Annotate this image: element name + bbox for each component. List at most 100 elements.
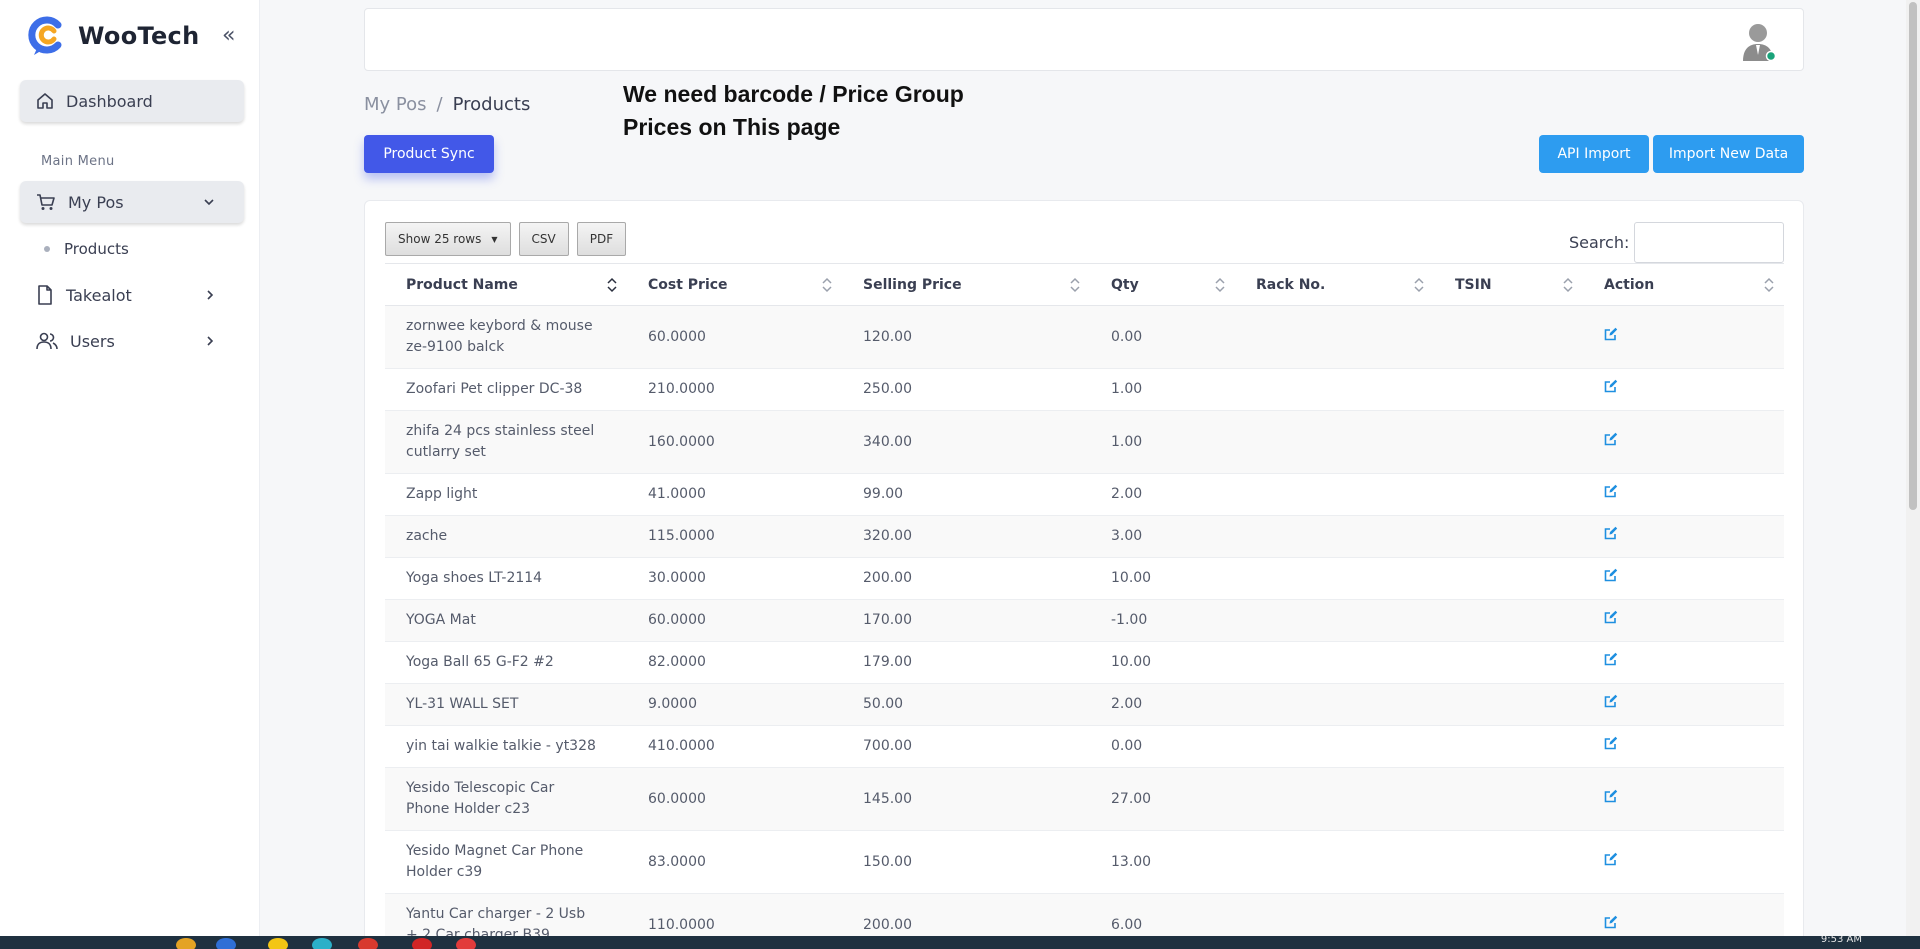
- pdf-button[interactable]: PDF: [576, 222, 627, 256]
- cell-action: [1583, 767, 1784, 831]
- cell-name: zhifa 24 pcs stainless steel cutlarry se…: [385, 410, 627, 474]
- cell-action: [1583, 473, 1784, 516]
- show-rows-label: Show 25 rows: [398, 232, 482, 246]
- column-header[interactable]: Selling Price: [842, 263, 1090, 306]
- cell-cost: 115.0000: [627, 515, 842, 558]
- bullet-icon: [44, 246, 50, 252]
- csv-button[interactable]: CSV: [518, 222, 569, 256]
- edit-icon[interactable]: [1604, 789, 1618, 803]
- cart-icon: [37, 194, 55, 210]
- cell-action: [1583, 557, 1784, 600]
- edit-icon[interactable]: [1604, 736, 1618, 750]
- edit-icon[interactable]: [1604, 379, 1618, 393]
- cell-cost: 83.0000: [627, 830, 842, 894]
- table-row: Zapp light 41.0000 99.00 2.00: [385, 473, 1784, 516]
- cell-name: yin tai walkie talkie - yt328: [385, 725, 627, 768]
- cell-cost: 160.0000: [627, 410, 842, 474]
- cell-sell: 250.00: [842, 368, 1090, 411]
- table-row: zornwee keybord & mouse ze-9100 balck 60.…: [385, 305, 1784, 369]
- sidebar-item-label: Users: [70, 331, 115, 351]
- cell-name: zache: [385, 515, 627, 558]
- api-import-button[interactable]: API Import: [1539, 135, 1649, 173]
- table-row: zache 115.0000 320.00 3.00: [385, 515, 1784, 558]
- cell-rack: [1235, 473, 1434, 516]
- cell-qty: 1.00: [1090, 410, 1235, 474]
- cell-tsin: [1434, 410, 1583, 474]
- breadcrumb: My Pos / Products: [364, 94, 530, 115]
- chrome-icon[interactable]: [358, 938, 378, 949]
- breadcrumb-separator: /: [436, 94, 443, 115]
- breadcrumb-parent[interactable]: My Pos: [364, 94, 427, 115]
- sidebar-subitem-label: Products: [64, 240, 129, 258]
- brand[interactable]: WooTech: [28, 14, 199, 58]
- column-header[interactable]: Product Name: [385, 263, 627, 306]
- sidebar-item-users[interactable]: Users: [20, 320, 244, 362]
- edit-icon[interactable]: [1604, 915, 1618, 929]
- table-row: Yoga Ball 65 G-F2 #2 82.0000 179.00 10.00: [385, 641, 1784, 684]
- cell-qty: 2.00: [1090, 473, 1235, 516]
- taskbar-clock: 9:53 AM: [1820, 936, 1862, 945]
- column-header[interactable]: TSIN: [1434, 263, 1583, 306]
- edit-icon[interactable]: [1604, 432, 1618, 446]
- folder-icon[interactable]: [176, 938, 196, 949]
- column-header-label: Cost Price: [648, 276, 728, 293]
- cell-tsin: [1434, 830, 1583, 894]
- cell-sell: 200.00: [842, 557, 1090, 600]
- edit-icon[interactable]: [1604, 327, 1618, 341]
- cell-tsin: [1434, 305, 1583, 369]
- cell-tsin: [1434, 767, 1583, 831]
- cell-qty: 27.00: [1090, 767, 1235, 831]
- collapse-sidebar-icon[interactable]: «: [222, 22, 235, 50]
- edit-icon[interactable]: [1604, 526, 1618, 540]
- cell-qty: 10.00: [1090, 557, 1235, 600]
- app-icon[interactable]: [312, 938, 332, 949]
- sidebar-item-label: Takealot: [66, 285, 132, 305]
- product-sync-button[interactable]: Product Sync: [364, 135, 494, 173]
- column-header[interactable]: Cost Price: [627, 263, 842, 306]
- column-header[interactable]: Action: [1583, 263, 1784, 306]
- search-input[interactable]: [1634, 222, 1784, 263]
- cell-sell: 700.00: [842, 725, 1090, 768]
- sidebar-subitem-products[interactable]: Products: [44, 238, 129, 260]
- scrollbar-thumb[interactable]: [1909, 2, 1917, 510]
- cell-rack: [1235, 557, 1434, 600]
- page-scrollbar[interactable]: [1906, 0, 1920, 936]
- sidebar-item-takealot[interactable]: Takealot: [20, 274, 244, 316]
- sidebar: WooTech « Dashboard Main Menu My Pos Pro…: [0, 0, 260, 936]
- cell-rack: [1235, 515, 1434, 558]
- column-header[interactable]: Qty: [1090, 263, 1235, 306]
- edit-icon[interactable]: [1604, 568, 1618, 582]
- show-rows-dropdown[interactable]: Show 25 rows ▼: [385, 222, 511, 256]
- table-tools: Show 25 rows ▼ CSV PDF: [385, 222, 627, 256]
- user-avatar-icon[interactable]: [1741, 21, 1779, 63]
- column-header-label: Rack No.: [1256, 276, 1326, 293]
- cell-qty: 0.00: [1090, 725, 1235, 768]
- edit-icon[interactable]: [1604, 484, 1618, 498]
- sidebar-item-my-pos[interactable]: My Pos: [20, 181, 244, 223]
- cell-rack: [1235, 410, 1434, 474]
- cell-rack: [1235, 683, 1434, 726]
- table-header-row: Product Name Cost Price Selling Price Qty Ra…: [385, 263, 1784, 306]
- import-new-data-button[interactable]: Import New Data: [1653, 135, 1804, 173]
- edit-icon[interactable]: [1604, 652, 1618, 666]
- cell-sell: 150.00: [842, 830, 1090, 894]
- browser-icon[interactable]: [216, 938, 236, 949]
- cell-rack: [1235, 767, 1434, 831]
- edit-icon[interactable]: [1604, 694, 1618, 708]
- cell-sell: 145.00: [842, 767, 1090, 831]
- app-icon[interactable]: [456, 938, 476, 949]
- cell-action: [1583, 725, 1784, 768]
- column-header[interactable]: Rack No.: [1235, 263, 1434, 306]
- app-icon[interactable]: [412, 938, 432, 949]
- edit-icon[interactable]: [1604, 852, 1618, 866]
- cell-name: YL-31 WALL SET: [385, 683, 627, 726]
- sidebar-item-dashboard[interactable]: Dashboard: [20, 80, 244, 122]
- app-icon[interactable]: [268, 938, 288, 949]
- cell-action: [1583, 410, 1784, 474]
- edit-icon[interactable]: [1604, 610, 1618, 624]
- cell-cost: 82.0000: [627, 641, 842, 684]
- cell-action: [1583, 305, 1784, 369]
- cell-tsin: [1434, 515, 1583, 558]
- table-row: zhifa 24 pcs stainless steel cutlarry se…: [385, 410, 1784, 474]
- cell-sell: 320.00: [842, 515, 1090, 558]
